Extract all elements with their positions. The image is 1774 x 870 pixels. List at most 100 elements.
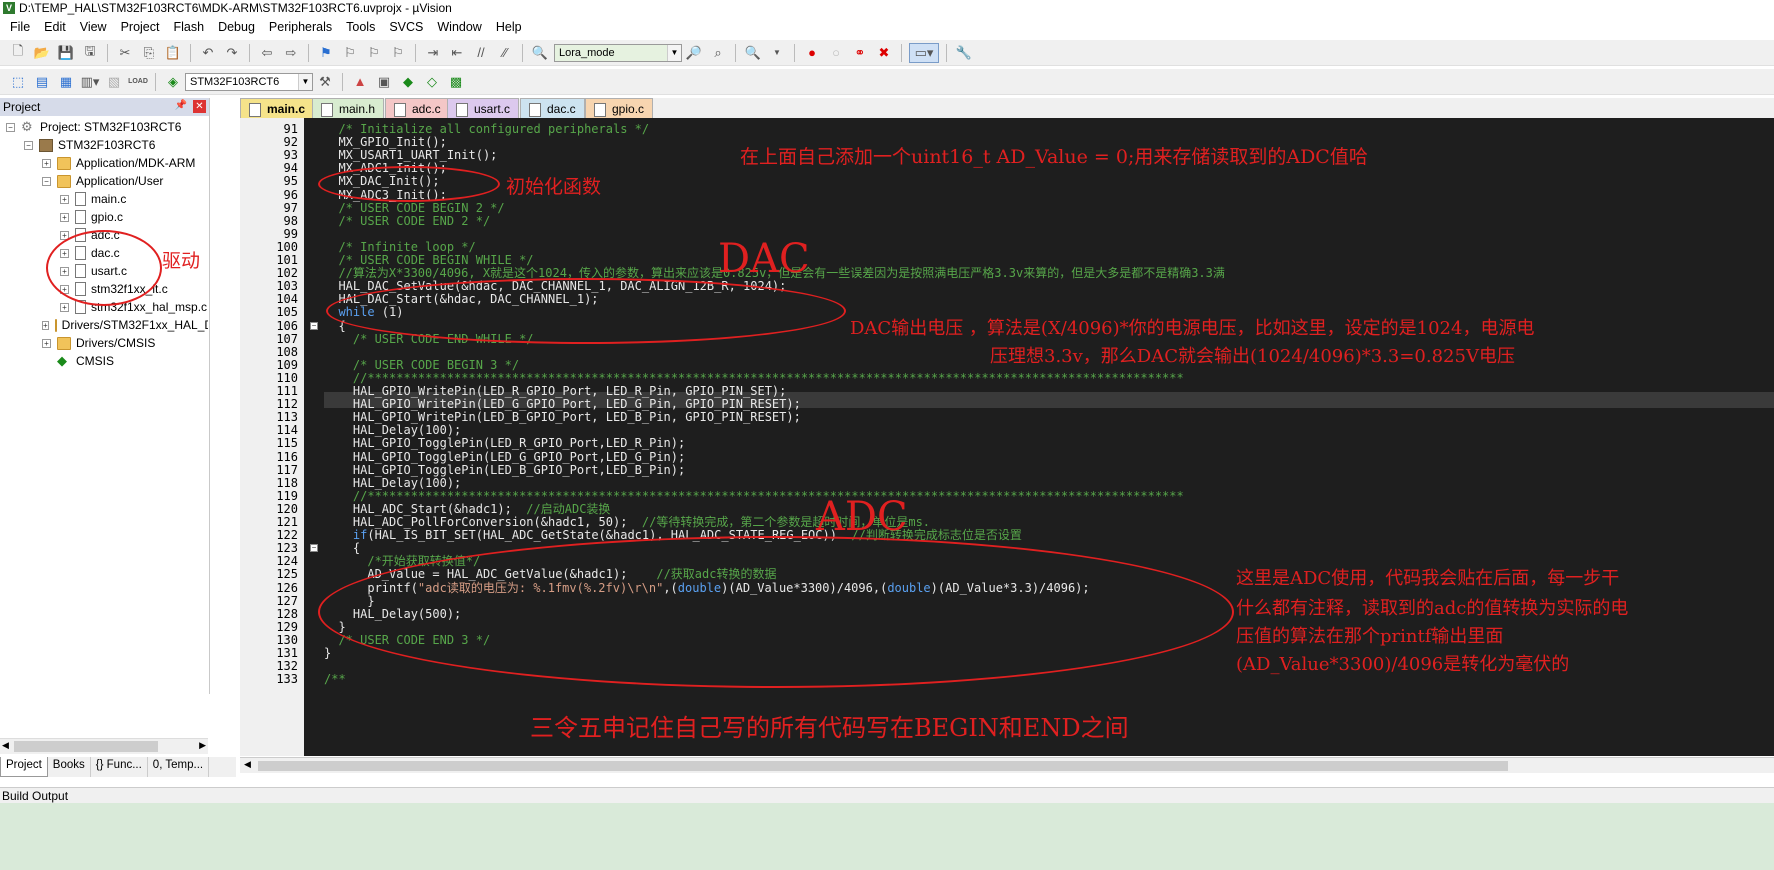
expand-icon[interactable]: + — [60, 194, 69, 204]
translate-icon[interactable]: ⬚ — [8, 72, 28, 92]
menu-window[interactable]: Window — [430, 20, 488, 34]
scroll-right-icon[interactable]: ▶ — [199, 740, 206, 751]
prev-bookmark-icon[interactable]: ⚐ — [340, 43, 360, 63]
editor-tab-dac-c[interactable]: dac.c — [520, 98, 585, 118]
expand-icon[interactable]: + — [42, 320, 49, 330]
menu-tools[interactable]: Tools — [339, 20, 382, 34]
manage-components-icon[interactable]: ▣ — [374, 72, 394, 92]
code-line[interactable]: /** — [324, 672, 346, 687]
unindent-icon[interactable]: ⇤ — [447, 43, 467, 63]
disable-breakpoint-icon[interactable]: ○ — [826, 43, 846, 63]
cut-icon[interactable]: ✂ — [115, 43, 135, 63]
debug-session-icon[interactable]: 🔍 — [743, 43, 763, 63]
editor-tab-main-h[interactable]: main.h — [312, 98, 385, 118]
collapse-icon[interactable]: − — [6, 122, 15, 132]
menu-flash[interactable]: Flash — [166, 20, 211, 34]
menu-project[interactable]: Project — [114, 20, 167, 34]
find-combo[interactable]: Lora_mode ▼ — [554, 43, 682, 62]
comment-icon[interactable]: // — [471, 43, 491, 63]
indent-icon[interactable]: ⇥ — [423, 43, 443, 63]
nav-forward-icon[interactable]: ⇨ — [281, 43, 301, 63]
tree-group-application-user[interactable]: − Application/User — [42, 172, 163, 190]
rebuild-icon[interactable]: ▦ — [56, 72, 76, 92]
menu-debug[interactable]: Debug — [211, 20, 262, 34]
scroll-left-icon[interactable]: ◀ — [2, 740, 9, 751]
build-icon[interactable]: ▤ — [32, 72, 52, 92]
tree-project-root[interactable]: − ⚙ Project: STM32F103RCT6 — [6, 118, 181, 136]
nav-back-icon[interactable]: ⇦ — [257, 43, 277, 63]
menu-edit[interactable]: Edit — [37, 20, 73, 34]
tree-file-gpio-c[interactable]: + gpio.c — [60, 208, 123, 226]
paste-icon[interactable]: 📋 — [163, 43, 183, 63]
expand-icon[interactable]: + — [60, 212, 69, 222]
editor-tab-usart-c[interactable]: usart.c — [447, 98, 520, 118]
save-all-icon[interactable]: 🖫 — [80, 43, 100, 63]
expand-icon[interactable]: + — [42, 338, 51, 348]
menu-view[interactable]: View — [73, 20, 114, 34]
batch-build-icon[interactable]: ▥▾ — [80, 72, 100, 92]
new-file-icon[interactable]: 🗋 — [8, 43, 28, 63]
project-panel-scrollbar[interactable]: ◀ ▶ — [0, 738, 208, 754]
scrollbar-thumb[interactable] — [14, 741, 158, 752]
open-file-icon[interactable]: 📂 — [32, 43, 52, 63]
tab-templates[interactable]: 0, Temp... — [148, 757, 210, 777]
fold-toggle-icon[interactable]: − — [310, 321, 318, 330]
editor-tab-gpio-c[interactable]: gpio.c — [585, 98, 654, 118]
next-bookmark-icon[interactable]: ⚐ — [364, 43, 384, 63]
undo-icon[interactable]: ↶ — [198, 43, 218, 63]
uncomment-icon[interactable]: ⁄⁄ — [495, 43, 515, 63]
configure-icon[interactable]: 🔧 — [954, 43, 974, 63]
menu-svcs[interactable]: SVCS — [382, 20, 430, 34]
kill-breakpoints-icon[interactable]: ✖ — [874, 43, 894, 63]
disable-all-breakpoints-icon[interactable]: ⚭ — [850, 43, 870, 63]
build-output-area[interactable] — [0, 803, 1774, 870]
editor-tab-main-c[interactable]: main.c — [240, 98, 315, 118]
close-icon[interactable]: ✕ — [193, 100, 206, 113]
chevron-down-icon[interactable]: ▼ — [298, 73, 312, 90]
debug-dropdown-icon[interactable]: ▼ — [767, 43, 787, 63]
incremental-find-icon[interactable]: 🔎 — [684, 43, 704, 63]
expand-icon[interactable]: + — [42, 158, 51, 168]
tab-functions[interactable]: {} Func... — [91, 757, 148, 777]
menu-file[interactable]: File — [3, 20, 37, 34]
load-icon[interactable]: LOAD — [128, 72, 148, 92]
find-icon[interactable]: ⌕ — [708, 43, 728, 63]
tab-books[interactable]: Books — [48, 757, 91, 777]
fold-toggle-icon[interactable]: − — [310, 544, 318, 553]
tab-project[interactable]: Project — [0, 757, 48, 777]
expand-icon[interactable]: + — [60, 302, 69, 312]
collapse-icon[interactable]: − — [24, 140, 33, 150]
pin-icon[interactable]: 📌 — [175, 100, 187, 111]
collapse-icon[interactable]: − — [42, 176, 51, 186]
tree-target[interactable]: − STM32F103RCT6 — [24, 136, 155, 154]
copy-icon[interactable]: ⎘ — [139, 43, 159, 63]
menu-help[interactable]: Help — [489, 20, 529, 34]
window-layout-icon[interactable]: ▭▾ — [909, 42, 939, 63]
tree-file-main-c[interactable]: + main.c — [60, 190, 126, 208]
scroll-left-icon[interactable]: ◀ — [244, 759, 251, 770]
redo-icon[interactable]: ↷ — [222, 43, 242, 63]
bookmark-icon[interactable]: ⚑ — [316, 43, 336, 63]
clear-bookmarks-icon[interactable]: ⚐ — [388, 43, 408, 63]
stop-build-icon[interactable]: ▧ — [104, 72, 124, 92]
pack-installer-icon[interactable]: ◇ — [422, 72, 442, 92]
scrollbar-thumb[interactable] — [258, 761, 1508, 771]
tree-group-hal-driver[interactable]: + Drivers/STM32F1xx_HAL_Driver — [42, 316, 208, 334]
breakpoint-icon[interactable]: ● — [802, 43, 822, 63]
editor-tab-adc-c[interactable]: adc.c — [385, 98, 450, 118]
target-combo[interactable]: STM32F103RCT6 ▼ — [185, 72, 313, 91]
save-icon[interactable]: 💾 — [56, 43, 76, 63]
run-time-env-icon[interactable]: ▩ — [446, 72, 466, 92]
code-line[interactable]: /* USER CODE END 2 */ — [324, 214, 490, 229]
find-in-files-icon[interactable]: 🔍 — [530, 43, 550, 63]
tree-component-cmsis[interactable]: ◆ CMSIS — [57, 352, 114, 370]
chevron-down-icon[interactable]: ▼ — [667, 44, 681, 61]
tree-group-cmsis[interactable]: + Drivers/CMSIS — [42, 334, 155, 352]
target-options-icon[interactable]: ⚒ — [315, 72, 335, 92]
code-line[interactable]: } — [324, 646, 331, 661]
file-extensions-icon[interactable]: ▲ — [350, 72, 370, 92]
menu-peripherals[interactable]: Peripherals — [262, 20, 339, 34]
select-packs-icon[interactable]: ◆ — [398, 72, 418, 92]
editor-scrollbar[interactable]: ◀ — [240, 757, 1774, 773]
tree-group-mdk-arm[interactable]: + Application/MDK-ARM — [42, 154, 195, 172]
